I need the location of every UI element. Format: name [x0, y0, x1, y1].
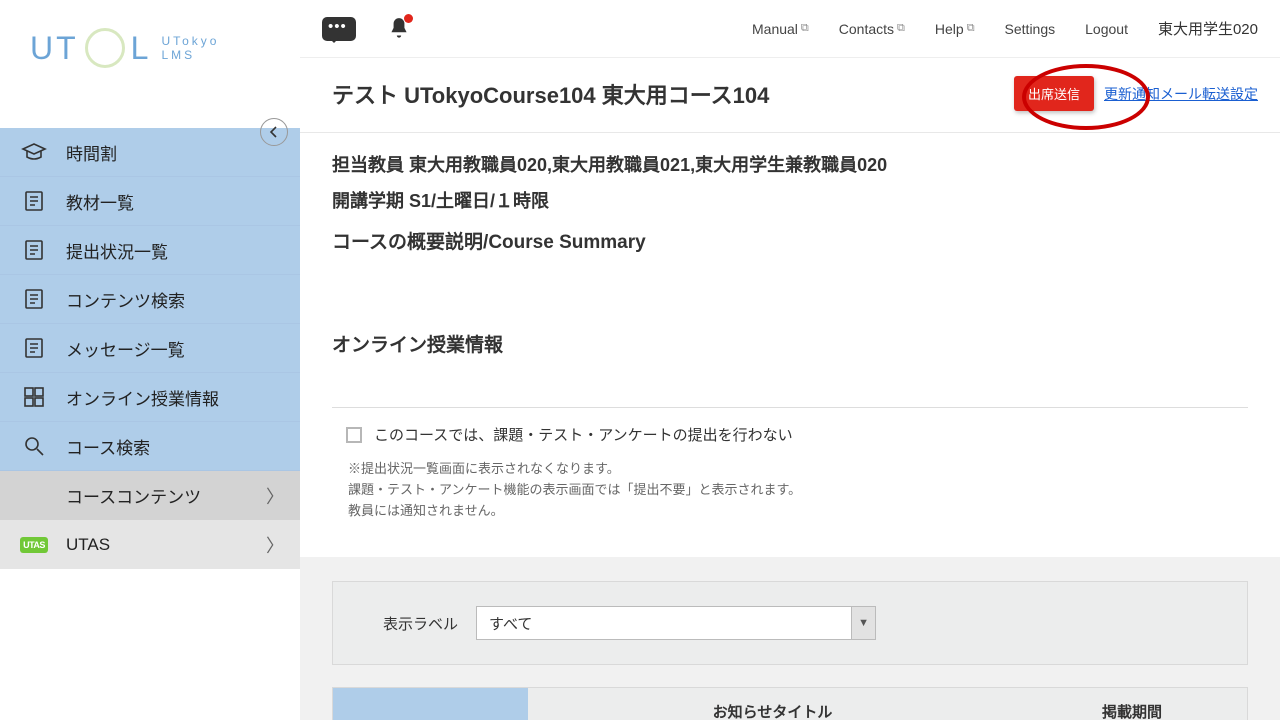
- instructor-line: 担当教員 東大用教職員020,東大用教職員021,東大用学生兼教職員020: [332, 151, 1248, 177]
- submission-note: ※提出状況一覧画面に表示されなくなります。 課題・テスト・アンケート機能の表示画…: [346, 459, 1234, 521]
- document-icon: [20, 236, 48, 264]
- course-summary-header: コースの概要説明/Course Summary: [332, 227, 1248, 254]
- sidebar-item-content-search[interactable]: コンテンツ検索: [0, 275, 300, 324]
- no-submission-checkbox[interactable]: [346, 427, 362, 443]
- sidebar-item-label: コンテンツ検索: [66, 287, 185, 312]
- collapse-sidebar-button[interactable]: [260, 118, 288, 146]
- document-icon: [20, 285, 48, 313]
- toplink-contacts[interactable]: Contacts⧉: [839, 21, 905, 37]
- label-filter-select[interactable]: すべて ▼: [476, 606, 876, 640]
- sidebar-item-label: メッセージ一覧: [66, 336, 185, 361]
- select-value: すべて: [477, 613, 851, 634]
- sidebar-item-materials[interactable]: 教材一覧: [0, 177, 300, 226]
- document-icon: [20, 334, 48, 362]
- toplink-help[interactable]: Help⧉: [935, 21, 975, 37]
- logo-text-b: L: [131, 30, 152, 67]
- notification-badge: [404, 14, 413, 23]
- col-title: お知らせタイトル: [528, 701, 1017, 720]
- course-info-block: 担当教員 東大用教職員020,東大用教職員021,東大用学生兼教職員020 開講…: [300, 133, 1280, 294]
- sidebar-item-label: 教材一覧: [66, 189, 134, 214]
- topbar: ••• Manual⧉ Contacts⧉ Help⧉ Settings Log…: [300, 0, 1280, 58]
- sidebar-sub-course-contents[interactable]: コースコンテンツ 〉: [0, 471, 300, 520]
- logo-ring-icon: [85, 28, 125, 68]
- search-icon: [20, 432, 48, 460]
- sidebar-item-messages[interactable]: メッセージ一覧: [0, 324, 300, 373]
- sidebar-item-label: UTAS: [66, 535, 110, 555]
- sidebar-nav: 時間割 教材一覧 提出状況一覧 コンテンツ検索 メッセージ一覧: [0, 128, 300, 569]
- col-period: 掲載期間: [1017, 701, 1247, 720]
- sidebar-item-timetable[interactable]: 時間割: [0, 128, 300, 177]
- content-scroll[interactable]: テスト UTokyoCourse104 東大用コース104 出席送信 更新通知メ…: [300, 58, 1280, 720]
- submission-opt-block: このコースでは、課題・テスト・アンケートの提出を行わない ※提出状況一覧画面に表…: [300, 407, 1280, 557]
- chevron-down-icon: ▼: [851, 607, 875, 639]
- logo-text-a: UT: [30, 30, 79, 67]
- utas-icon: UTAS: [20, 531, 48, 559]
- messages-icon[interactable]: •••: [322, 17, 356, 41]
- document-icon: [20, 187, 48, 215]
- blank-icon: [20, 482, 48, 510]
- sidebar: UT L UTokyoLMS 時間割 教材一覧 提出状況一覧: [0, 0, 300, 720]
- grid-icon: [20, 383, 48, 411]
- sidebar-item-label: コース検索: [66, 434, 150, 459]
- label-filter-panel: 表示ラベル すべて ▼: [332, 581, 1248, 665]
- mail-forward-settings-link[interactable]: 更新通知メール転送設定: [1104, 84, 1258, 104]
- sidebar-item-label: コースコンテンツ: [66, 483, 201, 508]
- main-area: ••• Manual⧉ Contacts⧉ Help⧉ Settings Log…: [300, 0, 1280, 720]
- toplink-logout[interactable]: Logout: [1085, 21, 1128, 37]
- mortarboard-icon: [20, 138, 48, 166]
- online-class-block: オンライン授業情報: [300, 294, 1280, 407]
- notifications-icon[interactable]: [386, 16, 412, 42]
- course-header: テスト UTokyoCourse104 東大用コース104 出席送信 更新通知メ…: [300, 58, 1280, 133]
- logo-tagline: UTokyoLMS: [161, 34, 219, 63]
- sidebar-item-label: 時間割: [66, 140, 117, 165]
- sidebar-item-online-class[interactable]: オンライン授業情報: [0, 373, 300, 422]
- sidebar-item-label: オンライン授業情報: [66, 385, 219, 410]
- online-class-header: オンライン授業情報: [332, 330, 1248, 357]
- chevron-right-icon: 〉: [266, 483, 284, 509]
- announcements-table-header: お知らせタイトル 掲載期間: [332, 687, 1248, 720]
- external-link-icon: ⧉: [967, 22, 975, 35]
- attendance-send-button[interactable]: 出席送信: [1014, 76, 1094, 111]
- logo: UT L UTokyoLMS: [0, 0, 300, 78]
- chevron-right-icon: 〉: [266, 532, 284, 558]
- sidebar-item-label: 提出状況一覧: [66, 238, 168, 263]
- current-user: 東大用学生020: [1158, 18, 1258, 39]
- no-submission-label: このコースでは、課題・テスト・アンケートの提出を行わない: [374, 424, 793, 445]
- sidebar-item-course-search[interactable]: コース検索: [0, 422, 300, 471]
- filter-label: 表示ラベル: [383, 613, 458, 634]
- sidebar-item-submissions[interactable]: 提出状況一覧: [0, 226, 300, 275]
- term-line: 開講学期 S1/土曜日/１時限: [332, 187, 1248, 213]
- external-link-icon: ⧉: [897, 22, 905, 35]
- toplink-manual[interactable]: Manual⧉: [752, 21, 809, 37]
- toplink-settings[interactable]: Settings: [1005, 21, 1056, 37]
- sidebar-sub-utas[interactable]: UTAS UTAS 〉: [0, 520, 300, 569]
- table-header-tab-active[interactable]: [333, 688, 528, 720]
- external-link-icon: ⧉: [801, 22, 809, 35]
